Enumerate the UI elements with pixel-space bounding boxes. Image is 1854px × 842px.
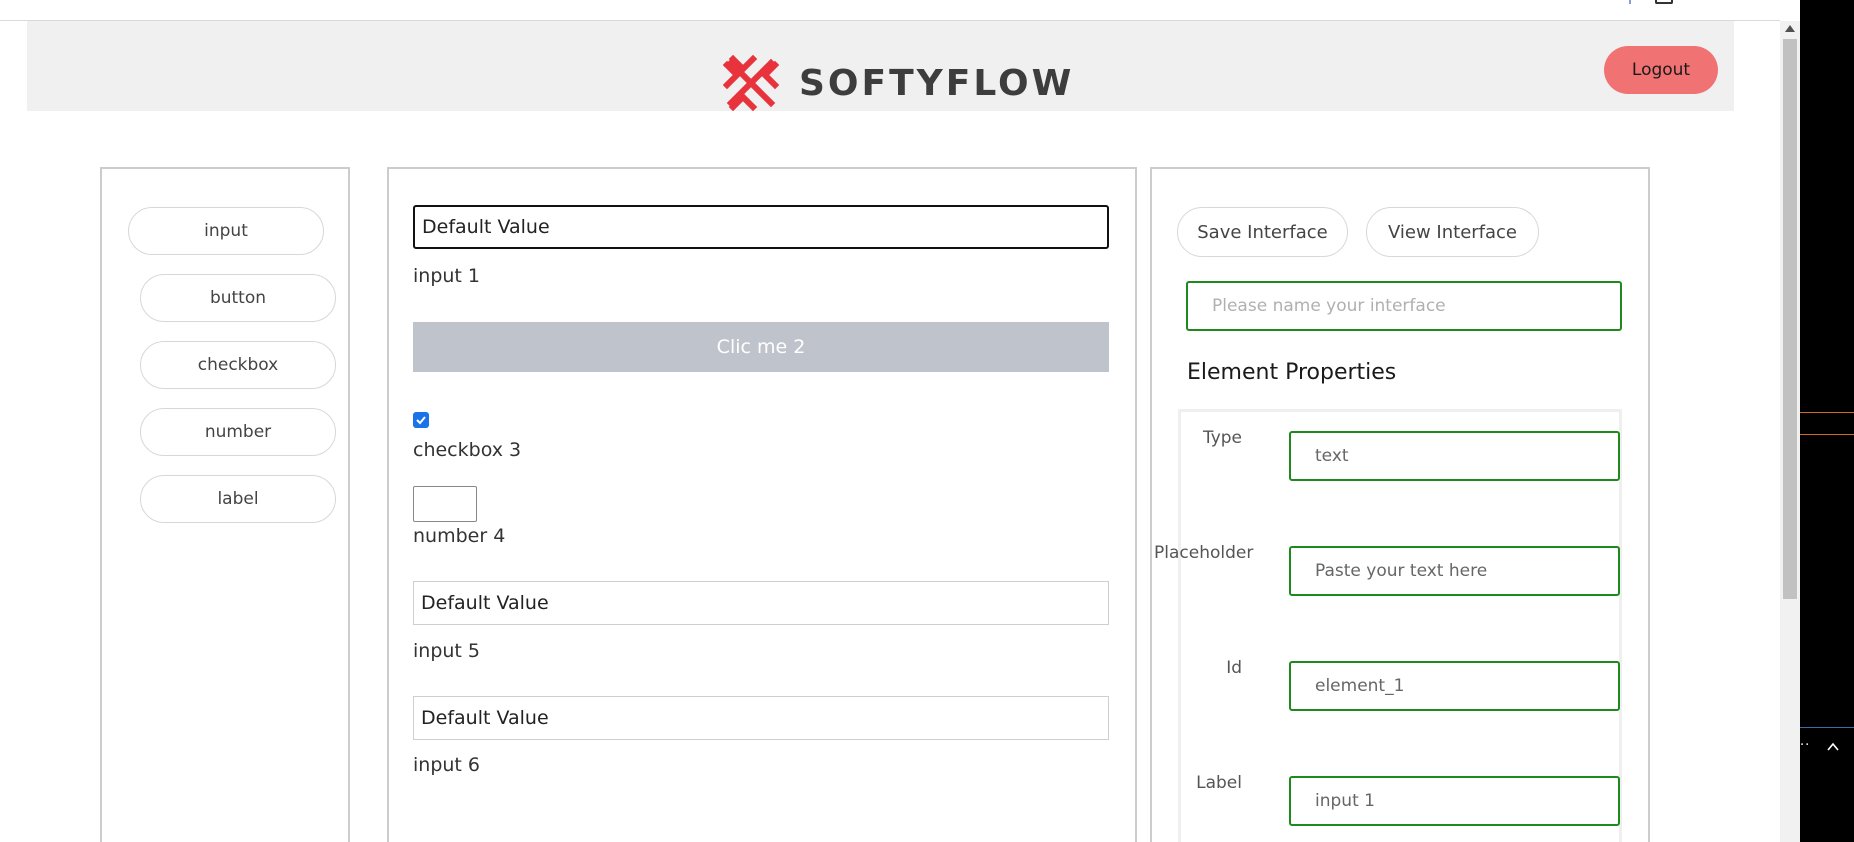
- prop-label-input[interactable]: input 1: [1289, 776, 1620, 826]
- prop-type-input[interactable]: text: [1289, 431, 1620, 481]
- canvas-input-5[interactable]: [413, 581, 1109, 625]
- prop-label-label: Label: [1196, 773, 1242, 793]
- canvas-checkbox-3-label: checkbox 3: [413, 439, 522, 461]
- scrollbar-thumb[interactable]: [1783, 39, 1797, 599]
- page-scrollbar[interactable]: [1780, 21, 1800, 842]
- toolbox-item-button[interactable]: button: [140, 274, 336, 322]
- check-icon: [416, 416, 426, 425]
- canvas-number-4[interactable]: [413, 486, 477, 522]
- prop-id-input[interactable]: element_1: [1289, 661, 1620, 711]
- prop-label-placeholder: Placeholder: [1154, 543, 1254, 563]
- canvas-checkbox-3[interactable]: [413, 412, 429, 428]
- app-window: SOFTYFLOW Logout input button checkbox n…: [0, 0, 1854, 842]
- toolbox-item-checkbox[interactable]: checkbox: [140, 341, 336, 389]
- view-interface-button[interactable]: View Interface: [1366, 207, 1539, 257]
- canvas-input-5-label: input 5: [413, 640, 481, 662]
- save-interface-button[interactable]: Save Interface: [1177, 207, 1348, 257]
- canvas-input-1[interactable]: [413, 205, 1109, 249]
- canvas-number-4-label: number 4: [413, 525, 506, 547]
- toolbox-panel: input button checkbox number label: [100, 167, 350, 842]
- properties-panel: Save Interface View Interface Please nam…: [1150, 167, 1650, 842]
- toolbar-divider: [1629, 0, 1631, 4]
- edge-line: [1800, 727, 1854, 728]
- canvas-input-1-label: input 1: [413, 265, 481, 287]
- softyflow-x-logo-icon: [723, 55, 779, 111]
- prop-label-id: Id: [1226, 658, 1242, 678]
- prop-label-type: Type: [1202, 428, 1242, 448]
- chevron-up-icon[interactable]: [1826, 740, 1840, 754]
- app-header: SOFTYFLOW Logout: [27, 21, 1734, 111]
- browser-window-icon[interactable]: [1655, 0, 1673, 4]
- canvas-button-2[interactable]: Clic me 2: [413, 322, 1109, 372]
- toolbox-item-label[interactable]: label: [140, 475, 336, 523]
- browser-toolbar: [0, 0, 1780, 21]
- toolbox-item-number[interactable]: number: [140, 408, 336, 456]
- logout-button[interactable]: Logout: [1604, 46, 1718, 94]
- brand-name: SOFTYFLOW: [799, 62, 1075, 104]
- overflow-dots[interactable]: ··: [1800, 738, 1810, 753]
- element-properties-title: Element Properties: [1187, 360, 1397, 385]
- desktop-edge-strip: [1800, 0, 1854, 842]
- edge-line: [1800, 412, 1854, 413]
- brand-logo[interactable]: SOFTYFLOW: [723, 55, 1073, 111]
- design-canvas: input 1 Clic me 2 checkbox 3 number 4 in…: [387, 167, 1137, 842]
- toolbox-item-input[interactable]: input: [128, 207, 324, 255]
- scroll-up-arrow-icon[interactable]: [1785, 25, 1795, 32]
- interface-name-input[interactable]: Please name your interface: [1186, 281, 1622, 331]
- canvas-input-6-label: input 6: [413, 754, 481, 776]
- prop-placeholder-input[interactable]: Paste your text here: [1289, 546, 1620, 596]
- canvas-input-6[interactable]: [413, 696, 1109, 740]
- edge-line: [1800, 434, 1854, 435]
